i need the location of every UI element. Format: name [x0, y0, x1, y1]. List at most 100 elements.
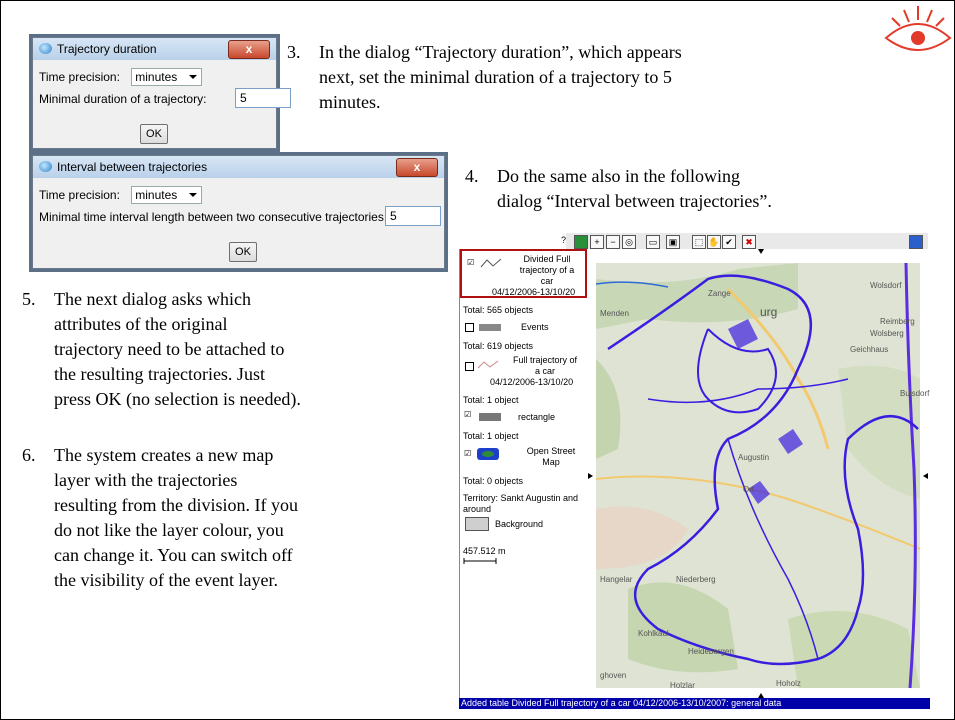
precision-value: minutes	[135, 70, 178, 84]
rectangle-symbol-icon	[479, 413, 501, 421]
legend-item-divided[interactable]: ☑ Divided Full trajectory of a car 04/12…	[460, 249, 587, 298]
map-place-label: Wolsberg	[870, 329, 904, 338]
map-place-label: Holzlar	[670, 681, 695, 690]
legend-total: Total: 1 object	[463, 395, 519, 405]
layer-dates: 04/12/2006-13/10/20	[490, 377, 574, 387]
legend-item-background[interactable]: Background	[463, 517, 583, 531]
step-line: The system creates a new map	[54, 445, 274, 465]
copy-icon[interactable]: ▣	[666, 235, 680, 249]
zoom-in-icon[interactable]: +	[590, 235, 604, 249]
dialog-title: Trajectory duration	[57, 42, 157, 56]
app-icon	[39, 43, 52, 54]
map-legend: ☑ Divided Full trajectory of a car 04/12…	[459, 249, 589, 698]
app-icon	[39, 161, 52, 172]
legend-item-full[interactable]: Full trajectory of a car 04/12/2006-13/1…	[463, 355, 588, 391]
step-number: 4.	[465, 166, 479, 186]
layer-name: car	[540, 276, 554, 286]
legend-item-events[interactable]: Events	[463, 321, 583, 333]
step-line: In the dialog “Trajectory duration”, whi…	[319, 42, 682, 62]
step-line: The next dialog asks which	[54, 289, 251, 309]
precision-value: minutes	[135, 188, 178, 202]
territory-label: Territory: Sankt Augustin and	[463, 493, 579, 503]
map-place-label: Geichhaus	[850, 345, 889, 354]
close-button[interactable]: x	[228, 40, 270, 59]
step-line: Do the same also in the following	[497, 166, 740, 186]
layer-name: Map	[542, 457, 560, 467]
precision-select[interactable]: minutes	[131, 68, 203, 86]
precision-label: Time precision:	[39, 70, 120, 84]
legend-total: Total: 0 objects	[463, 476, 524, 486]
ok-button[interactable]: OK	[140, 124, 168, 144]
layer-name: Open Street	[526, 446, 576, 456]
legend-item-osm[interactable]: ☑ Open Street Map	[463, 446, 585, 470]
overview-icon[interactable]	[909, 235, 923, 249]
layer-name: Full trajectory of	[512, 355, 578, 365]
map-place-label: Kohlkaul	[638, 629, 669, 638]
eye-icon	[884, 6, 952, 51]
layer-name: Background	[495, 519, 544, 529]
step-line: next, set the minimal duration of a traj…	[319, 67, 672, 87]
events-symbol-icon	[479, 324, 501, 331]
checkbox[interactable]	[465, 362, 474, 371]
legend-total: Total: 619 objects	[463, 341, 534, 351]
help-icon[interactable]: ?	[561, 235, 566, 245]
step-line: minutes.	[319, 92, 381, 112]
map-place-label: ghoven	[600, 671, 627, 680]
legend-item-rectangle[interactable]: ☑ rectangle	[463, 411, 583, 423]
map-place-label: Menden	[600, 309, 629, 318]
pan-icon[interactable]: ✋	[707, 235, 721, 249]
map-place-label: Hoholz	[776, 679, 801, 688]
checkbox[interactable]: ☑	[464, 450, 471, 458]
step-number: 5.	[22, 289, 36, 309]
step-3: 3. In the dialog “Trajectory duration”, …	[287, 40, 887, 120]
precision-label: Time precision:	[39, 188, 120, 202]
legend-total: Total: 1 object	[463, 431, 519, 441]
close-layer-icon[interactable]: ✖	[742, 235, 756, 249]
scale-bar	[463, 558, 497, 564]
zoom-region-icon[interactable]: ◎	[622, 235, 636, 249]
step-line: the visibility of the event layer.	[54, 570, 278, 590]
precision-row: Time precision: minutes	[39, 68, 203, 86]
min-duration-input[interactable]: 5	[235, 88, 291, 108]
zoom-out-icon[interactable]: −	[606, 235, 620, 249]
step-6: 6. The system creates a new map layer wi…	[22, 443, 452, 603]
map-place-label: Augustin	[738, 453, 770, 462]
trajectory-symbol-icon	[480, 258, 502, 268]
min-interval-label: Minimal time interval length between two…	[39, 210, 388, 224]
min-duration-label: Minimal duration of a trajectory:	[39, 92, 207, 106]
check-icon[interactable]: ✔	[722, 235, 736, 249]
legend-total: Total: 565 objects	[463, 305, 534, 315]
map-place-label: Buisdorf	[900, 389, 930, 398]
map-place-label: Niederberg	[676, 575, 716, 584]
step-line: trajectory need to be attached to	[54, 339, 285, 359]
territory-label: around	[463, 504, 492, 514]
interval-dialog: Interval between trajectories x Time pre…	[32, 155, 445, 269]
ok-button[interactable]: OK	[229, 242, 257, 262]
checkbox[interactable]: ☑	[467, 259, 474, 267]
scale-label: 457.512 m	[463, 546, 506, 556]
map-place-label: Ort	[743, 485, 755, 494]
checkbox[interactable]	[465, 323, 474, 332]
title-bar: Interval between trajectories x	[33, 156, 444, 178]
layer-name: a car	[534, 366, 555, 376]
map-symbol-icon	[477, 448, 499, 460]
trajectory-symbol-icon	[477, 360, 499, 369]
min-interval-input[interactable]: 5	[385, 206, 441, 226]
map-canvas[interactable]: Wolsdorf Zange urg Menden Geichhaus Buisdorf A…	[588, 249, 930, 698]
precision-select[interactable]: minutes	[131, 186, 203, 204]
trajectory-duration-dialog: Trajectory duration x Time precision: mi…	[32, 37, 291, 149]
map-place-label: urg	[760, 305, 778, 319]
step-line: the resulting trajectories. Just	[54, 364, 265, 384]
select-icon[interactable]: ⬚	[692, 235, 706, 249]
print-icon[interactable]: ▭	[646, 235, 660, 249]
step-5: 5. The next dialog asks which attributes…	[22, 287, 452, 417]
map-place-label: Hangelar	[600, 575, 633, 584]
map-toolbar: ? + − ◎ ▭ ▣ ⬚ ✋ ✔ ✖	[561, 233, 928, 250]
close-button[interactable]: x	[396, 158, 438, 177]
layer-name: trajectory of a	[519, 265, 575, 275]
layer-name: Divided Full	[523, 254, 571, 264]
layers-icon[interactable]	[574, 235, 588, 249]
checkbox[interactable]: ☑	[464, 411, 471, 419]
map-place-label: Zange	[708, 289, 731, 298]
precision-row: Time precision: minutes	[39, 186, 203, 204]
